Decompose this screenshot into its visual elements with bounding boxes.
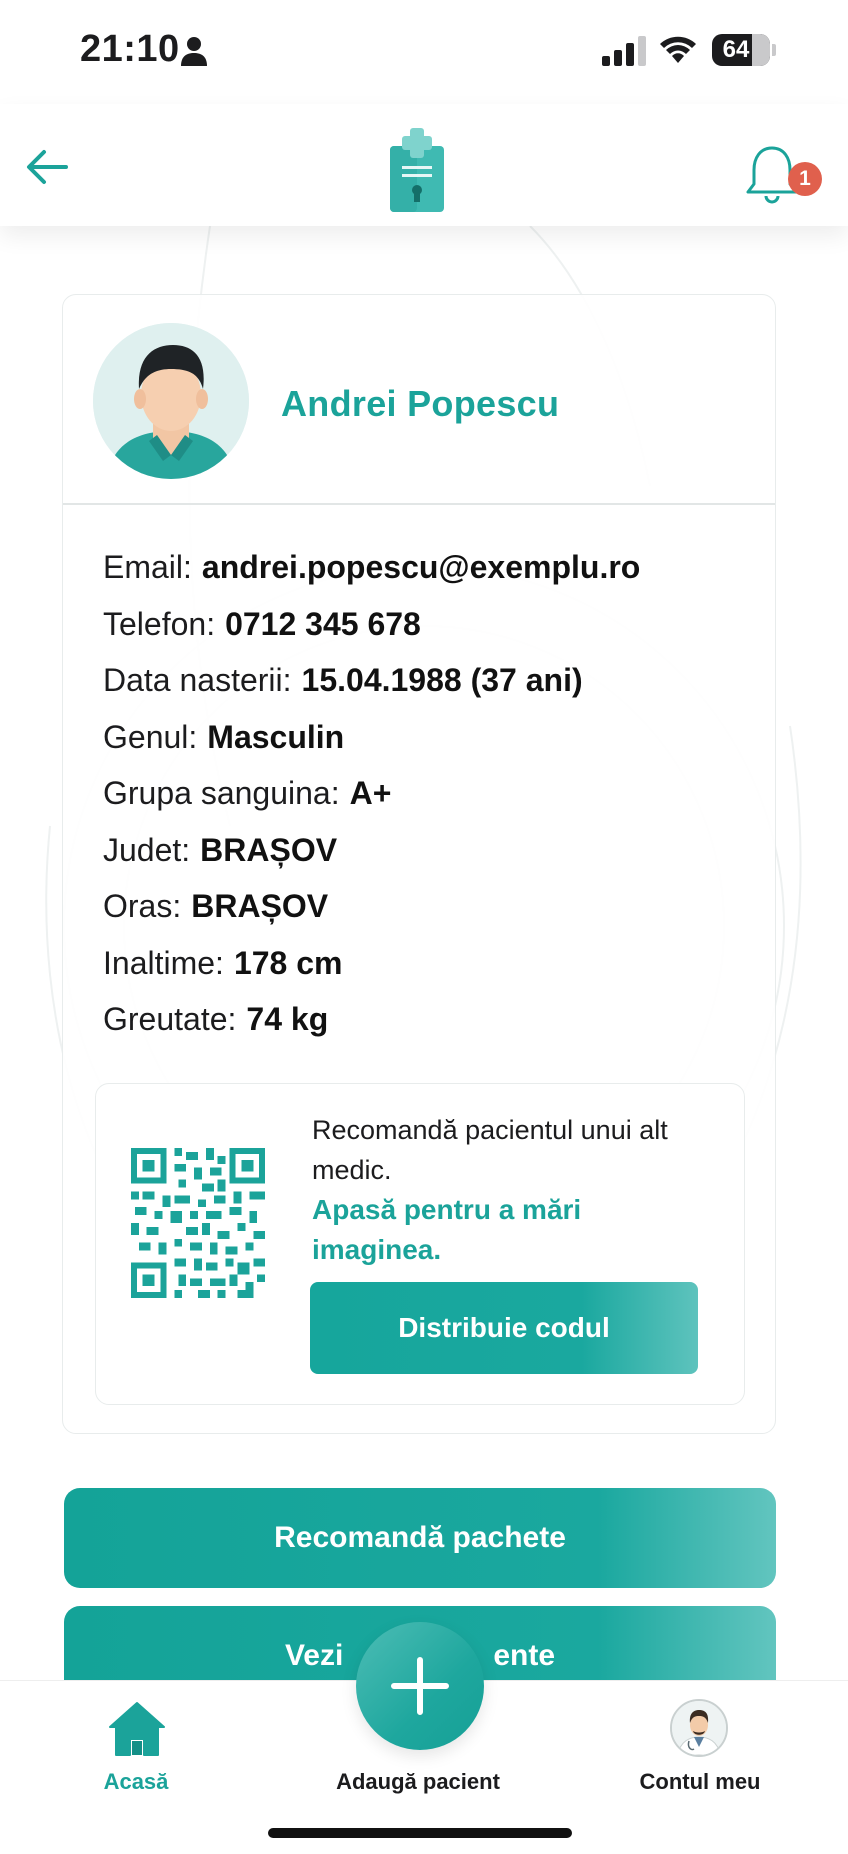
- nav-add-patient-label[interactable]: Adaugă pacient: [318, 1769, 518, 1795]
- home-indicator: [268, 1828, 572, 1838]
- detail-county: Judet: BRAȘOV: [103, 822, 743, 879]
- patient-profile-card: Andrei Popescu Email: andrei.popescu@exem…: [62, 294, 776, 1434]
- detail-label: Genul:: [103, 718, 198, 755]
- detail-value: 74 kg: [246, 1001, 329, 1037]
- detail-city: Oras: BRAȘOV: [103, 878, 743, 935]
- detail-email: Email: andrei.popescu@exemplu.ro: [103, 539, 743, 596]
- notification-badge: 1: [788, 162, 822, 196]
- recommend-packages-button[interactable]: Recomandă pachete: [64, 1488, 776, 1588]
- signal-icon: [602, 36, 646, 66]
- detail-birthdate: Data nasterii: 15.04.1988 (37 ani): [103, 652, 743, 709]
- patient-avatar: [93, 323, 249, 479]
- detail-height: Inaltime: 178 cm: [103, 935, 743, 992]
- battery-icon: 64: [712, 34, 776, 66]
- wifi-icon: [660, 36, 696, 63]
- clipboard-logo-icon: [390, 128, 444, 212]
- qr-referral-box: Recomandă pacientul unui alt medic. Apas…: [95, 1083, 745, 1405]
- doctor-avatar-icon: [670, 1699, 728, 1757]
- status-time: 21:10: [80, 28, 180, 70]
- patient-name: Andrei Popescu: [281, 383, 560, 424]
- detail-value: 0712 345 678: [225, 605, 421, 642]
- person-icon: [181, 37, 207, 66]
- nav-account-label: Contul meu: [639, 1769, 761, 1794]
- detail-weight: Greutate: 74 kg: [103, 991, 743, 1048]
- detail-label: Inaltime:: [103, 944, 224, 981]
- plus-icon: [391, 1657, 449, 1715]
- detail-label: Email:: [103, 549, 192, 585]
- detail-value: andrei.popescu@exemplu.ro: [201, 549, 641, 585]
- detail-label: Oras:: [103, 888, 182, 924]
- battery-level: 64: [722, 36, 750, 63]
- detail-phone: Telefon: 0712 345 678: [103, 596, 743, 653]
- share-code-button[interactable]: Distribuie codul: [310, 1282, 698, 1374]
- nav-home-label: Acasă: [103, 1769, 169, 1794]
- detail-value: BRAȘOV: [191, 888, 329, 924]
- qr-code-icon[interactable]: [130, 1148, 266, 1298]
- detail-gender: Genul: Masculin: [103, 709, 743, 766]
- detail-blood-group: Grupa sanguina: A+: [103, 765, 743, 822]
- detail-value: Masculin: [207, 718, 345, 755]
- detail-label: Grupa sanguina:: [103, 775, 340, 811]
- home-icon: [109, 1702, 165, 1756]
- profile-card-header: Andrei Popescu: [63, 295, 775, 505]
- add-patient-button[interactable]: [356, 1622, 484, 1750]
- detail-label: Telefon:: [103, 605, 216, 642]
- detail-label: Greutate:: [103, 1001, 237, 1037]
- qr-enlarge-link[interactable]: Apasă pentru a mări imaginea.: [312, 1190, 712, 1270]
- detail-label: Data nasterii:: [103, 662, 292, 698]
- avatar-illustration: [93, 323, 249, 479]
- qr-referral-text: Recomandă pacientul unui alt medic.: [312, 1115, 668, 1185]
- detail-value: 15.04.1988 (37 ani): [301, 662, 583, 698]
- patient-details: Email: andrei.popescu@exemplu.ro Telefon:…: [103, 539, 743, 1048]
- detail-value: A+: [349, 775, 392, 811]
- status-bar: 21:10 64: [0, 0, 848, 104]
- detail-value: BRAȘOV: [200, 831, 338, 868]
- detail-label: Judet:: [103, 831, 191, 868]
- detail-value: 178 cm: [233, 944, 343, 981]
- back-arrow-icon[interactable]: [22, 146, 72, 188]
- app-header: 1: [0, 104, 848, 226]
